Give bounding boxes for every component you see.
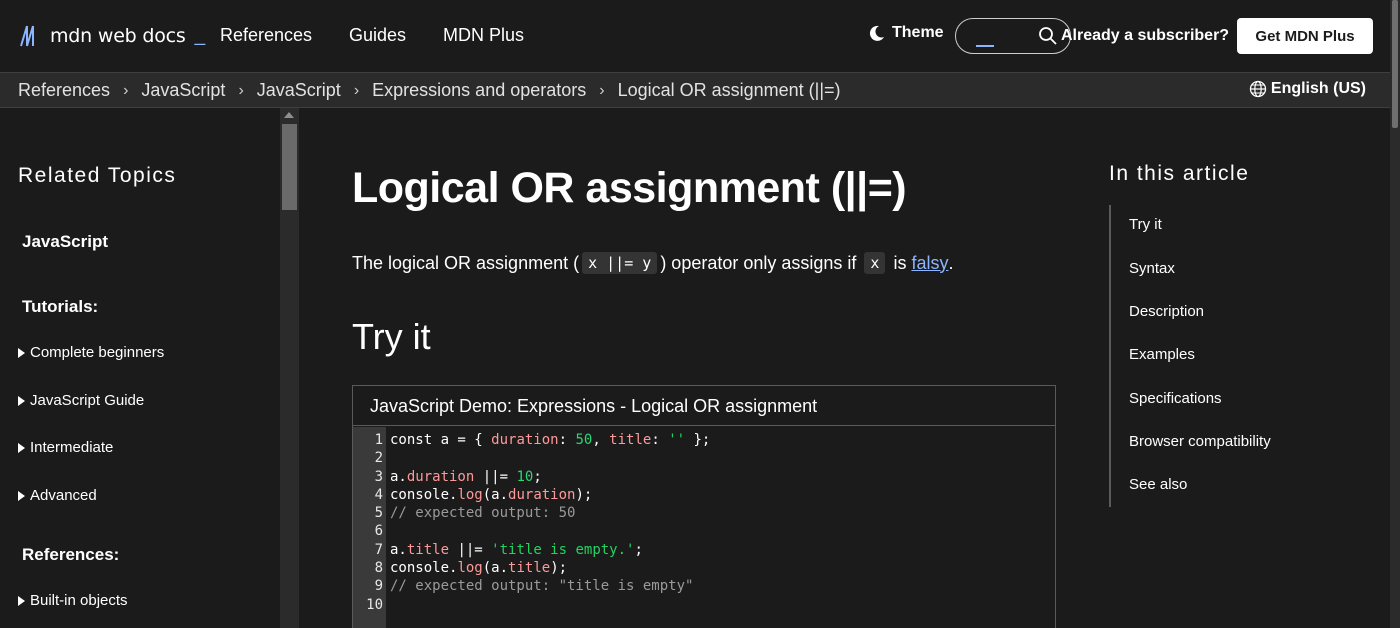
sidebar-section-references: References: <box>22 545 120 564</box>
sidebar-item-intermediate[interactable]: Intermediate <box>18 439 113 456</box>
intro-text: is <box>888 252 912 273</box>
line-number: 4 <box>374 486 383 503</box>
language-label: English (US) <box>1270 80 1366 97</box>
top-header: mdn web docs _ References Guides MDN Plu… <box>0 0 1390 72</box>
intro-paragraph: The logical OR assignment (x ||= y) oper… <box>352 252 953 274</box>
sidebar-item-built-in-objects[interactable]: Built-in objects <box>18 592 128 609</box>
code-line[interactable]: 5// expected output: 50 <box>353 504 1055 522</box>
chevron-right-icon: › <box>123 81 129 99</box>
code-line[interactable]: 7 a.title ||= 'title is empty.'; <box>353 541 1055 559</box>
toc-item-syntax[interactable]: Syntax <box>1129 260 1175 277</box>
inline-code: x ||= y <box>582 252 658 274</box>
intro-text: The logical OR assignment ( <box>352 252 580 273</box>
line-number: 5 <box>374 505 383 522</box>
line-number: 8 <box>374 560 383 577</box>
scroll-up-arrow-icon[interactable] <box>284 112 294 118</box>
search-box[interactable] <box>955 18 1071 54</box>
sidebar-item-label: Advanced <box>30 487 97 504</box>
code-line[interactable]: 1 const a = { duration: 50, title: '' }; <box>353 431 1055 449</box>
falsy-link[interactable]: falsy <box>911 253 948 274</box>
chevron-right-icon: › <box>599 81 605 99</box>
toc-item-description[interactable]: Description <box>1129 303 1204 320</box>
line-number: 10 <box>366 596 383 613</box>
line-number: 9 <box>374 578 383 595</box>
code-line[interactable]: 3 a.duration ||= 10; <box>353 468 1055 486</box>
line-number: 1 <box>374 432 383 448</box>
chevron-right-icon: › <box>353 81 360 99</box>
main-content: Logical OR assignment (||=) The logical … <box>299 108 1390 628</box>
chevron-right-icon: › <box>238 81 244 99</box>
theme-label: Theme <box>892 24 944 41</box>
search-input[interactable] <box>970 26 1030 46</box>
line-number: 6 <box>374 523 383 540</box>
search-icon[interactable] <box>1038 26 1058 46</box>
nav-references[interactable]: References <box>220 25 312 46</box>
interactive-demo: JavaScript Demo: Expressions - Logical O… <box>352 385 1056 628</box>
expand-triangle-icon <box>18 395 25 406</box>
expand-triangle-icon <box>18 490 25 501</box>
intro-text: ) operator only assigns if <box>660 252 862 273</box>
toc-heading: In this article <box>1109 162 1250 185</box>
sidebar-item-label: Intermediate <box>30 439 114 456</box>
code-line[interactable]: 4 console.log(a.duration); <box>353 486 1055 504</box>
sidebar-scrollbar-thumb[interactable] <box>282 124 297 210</box>
expand-triangle-icon <box>18 347 25 358</box>
theme-toggle[interactable]: Theme <box>868 24 944 42</box>
line-number: 7 <box>374 541 383 558</box>
nav-guides[interactable]: Guides <box>349 25 406 46</box>
toc-item-browser-compatibility[interactable]: Browser compatibility <box>1129 433 1271 450</box>
toc-item-examples[interactable]: Examples <box>1129 346 1195 363</box>
intro-text: . <box>948 252 954 273</box>
expand-triangle-icon <box>18 595 25 606</box>
code-line[interactable]: 8 console.log(a.title); <box>353 559 1055 577</box>
sidebar-item-complete-beginners[interactable]: Complete beginners <box>18 344 164 361</box>
sidebar-item-label: Built-in objects <box>30 592 128 609</box>
breadcrumb: References › JavaScript › JavaScript › E… <box>18 80 841 101</box>
code-line[interactable]: 2 <box>353 449 1055 467</box>
sidebar-item-javascript-guide[interactable]: JavaScript Guide <box>18 392 144 409</box>
toc-divider <box>1109 205 1111 507</box>
try-it-heading: Try it <box>352 316 431 357</box>
demo-title: JavaScript Demo: Expressions - Logical O… <box>353 386 1055 426</box>
search-cursor <box>976 45 994 47</box>
breadcrumb-item[interactable]: References <box>18 80 110 101</box>
line-number: 3 <box>374 468 383 485</box>
globe-icon <box>1249 80 1267 98</box>
nav-mdn-plus[interactable]: MDN Plus <box>443 25 524 46</box>
sidebar-item-label: Complete beginners <box>30 344 165 361</box>
inline-code: x <box>864 252 886 274</box>
line-number: 2 <box>374 450 383 467</box>
breadcrumb-item[interactable]: JavaScript <box>141 80 225 101</box>
toc-item-see-also[interactable]: See also <box>1129 476 1187 493</box>
code-editor[interactable]: 1 const a = { duration: 50, title: '' }; … <box>353 427 1055 628</box>
breadcrumb-item[interactable]: Expressions and operators <box>372 80 586 101</box>
get-mdn-plus-button[interactable]: Get MDN Plus <box>1237 18 1373 54</box>
subscriber-link[interactable]: Already a subscriber? <box>1061 27 1229 45</box>
page-scrollbar-thumb[interactable] <box>1392 0 1398 128</box>
moon-icon <box>869 25 884 41</box>
toc-item-specifications[interactable]: Specifications <box>1129 390 1222 407</box>
breadcrumb-bar: References › JavaScript › JavaScript › E… <box>0 72 1390 108</box>
code-line[interactable]: 9// expected output: "title is empty" <box>353 577 1055 595</box>
sidebar-item-javascript[interactable]: JavaScript <box>22 232 108 252</box>
sidebar-section-tutorials: Tutorials: <box>22 297 99 316</box>
logo-text: mdn web docs <box>50 25 186 47</box>
page-title: Logical OR assignment (||=) <box>352 164 907 212</box>
sidebar-scrollbar[interactable] <box>280 108 299 628</box>
sidebar: Related Topics JavaScript Tutorials: Com… <box>0 108 280 628</box>
mdn-logo-icon <box>20 25 34 47</box>
breadcrumb-current[interactable]: Logical OR assignment (||=) <box>618 80 841 101</box>
page-scrollbar[interactable] <box>1390 0 1400 628</box>
toc-item-try-it[interactable]: Try it <box>1129 216 1162 233</box>
expand-triangle-icon <box>18 442 25 453</box>
logo-underscore: _ <box>194 25 206 46</box>
breadcrumb-item[interactable]: JavaScript <box>257 80 341 101</box>
language-switcher[interactable]: English (US) <box>1249 80 1366 98</box>
mdn-logo[interactable]: mdn web docs _ <box>18 24 205 48</box>
sidebar-item-advanced[interactable]: Advanced <box>18 487 97 504</box>
code-line[interactable]: 6 <box>353 522 1055 540</box>
code-line[interactable]: 10 <box>353 596 1055 614</box>
sidebar-heading: Related Topics <box>18 164 177 187</box>
sidebar-item-label: JavaScript Guide <box>30 392 145 409</box>
